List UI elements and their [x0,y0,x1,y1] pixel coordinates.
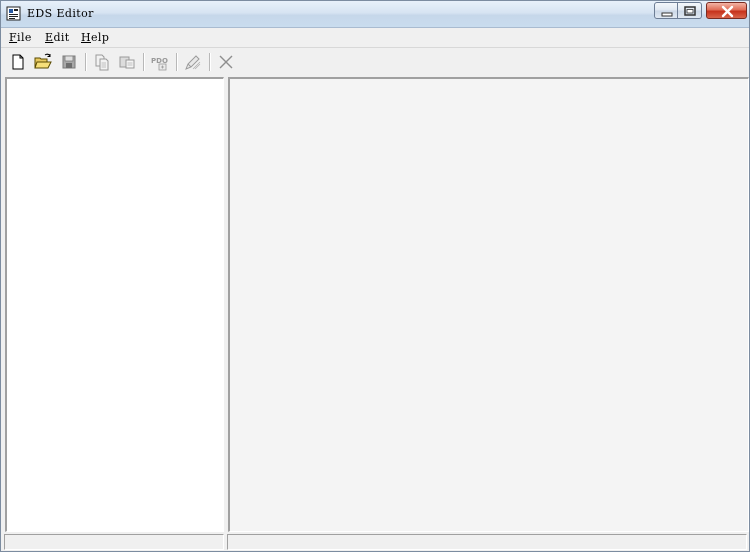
menu-edit[interactable]: Edit [45,30,70,45]
minimize-icon [661,12,673,17]
save-button[interactable] [59,52,79,72]
close-button[interactable] [706,2,747,19]
window-title: EDS Editor [27,7,94,20]
edit-pen-icon [185,55,201,70]
status-pane-right [227,534,747,550]
toolbar-separator [143,53,145,71]
toolbar-separator [209,53,211,71]
title-bar[interactable]: EDS Editor [1,1,749,28]
toolbar-separator [176,53,178,71]
maximize-icon [684,6,696,16]
new-file-icon [12,54,24,70]
delete-x-icon [219,55,233,69]
maximize-button[interactable] [678,2,702,19]
menu-help[interactable]: Help [81,30,109,45]
minimize-button[interactable] [654,2,678,19]
new-file-button[interactable] [8,52,28,72]
status-pane-left [4,534,224,550]
delete-button[interactable] [216,52,236,72]
app-icon[interactable] [6,6,21,21]
open-folder-icon [34,53,52,69]
pdo-button[interactable]: PDO [150,52,170,72]
menu-bar: File Edit Help [1,28,749,48]
paste-icon [119,56,135,69]
close-icon [721,5,734,18]
copy-button[interactable] [92,52,112,72]
open-button[interactable] [33,52,53,72]
save-icon [62,55,76,69]
pdo-icon: PDO [151,57,168,71]
status-bar [1,533,749,551]
toolbar: PDO [1,49,749,75]
edit-button[interactable] [183,52,203,72]
tree-panel[interactable] [5,77,224,532]
paste-button[interactable] [117,52,137,72]
toolbar-separator [85,53,87,71]
copy-icon [95,54,109,71]
app-window: EDS Editor File Edit Help PDO [0,0,750,552]
detail-panel[interactable] [228,77,749,532]
menu-file[interactable]: File [9,30,32,45]
